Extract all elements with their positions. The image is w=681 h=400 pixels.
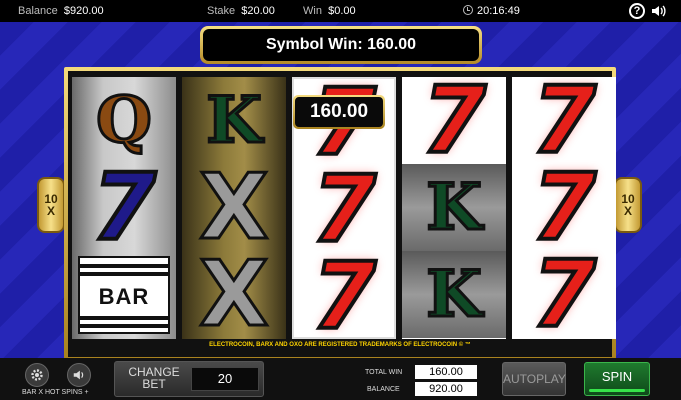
reel-symbol-q: Q (95, 82, 154, 158)
balance-value: 920.00 (415, 382, 477, 396)
reel-symbol-red-seven: 7 (530, 240, 598, 339)
multiplier-x: X (46, 204, 55, 218)
total-win-label: TOTAL WIN (365, 369, 403, 376)
autoplay-button[interactable]: AUTOPLAY (502, 362, 566, 396)
spin-button[interactable]: SPIN (584, 362, 650, 396)
reel-symbol-x: X (198, 241, 270, 340)
bottom-control-bar: BAR X HOT SPINS + CHANGE BET 20 TOTAL WI… (0, 358, 681, 400)
reel-4: 7 K K (402, 77, 506, 339)
trademark-notice: ELECTROCOIN, BARX AND OXO ARE REGISTERED… (209, 342, 471, 348)
multiplier-x: X (623, 204, 632, 218)
stake-readout: Stake $20.00 (207, 0, 275, 22)
win-readout: Win $0.00 (303, 0, 356, 22)
game-title: BAR X HOT SPINS + (22, 389, 89, 396)
balance-value: $920.00 (63, 5, 104, 17)
win-amount-label: 160.00 (293, 95, 385, 129)
total-win-value: 160.00 (415, 365, 477, 379)
reel-symbol-red-seven: 7 (310, 242, 378, 339)
balance-label: BALANCE (367, 386, 400, 393)
bar-symbol-text: BAR (98, 283, 150, 309)
symbol-win-banner: Symbol Win: 160.00 (200, 26, 482, 64)
clock-readout: 20:16:49 (463, 0, 520, 22)
reel-symbol-k: K (205, 82, 264, 158)
settings-gear-icon[interactable] (25, 363, 49, 387)
clock-icon (463, 5, 473, 15)
balance-label: Balance (18, 5, 58, 17)
top-status-bar: Balance $920.00 Stake $20.00 Win $0.00 2… (0, 0, 681, 22)
reel-symbol-k: K (402, 251, 506, 338)
reel-symbol-red-seven: 7 (530, 77, 598, 174)
reel-symbol-red-seven: 7 (310, 155, 378, 263)
change-bet-control[interactable]: CHANGE BET 20 (114, 361, 264, 397)
volume-icon[interactable] (67, 363, 91, 387)
reel-symbol-k: K (402, 164, 506, 251)
playfield: Symbol Win: 160.00 10 X 10 X Q 7 BAR K X… (0, 22, 681, 361)
multiplier-badge-right: 10 X (614, 177, 642, 233)
reel-symbol-x: X (198, 154, 270, 260)
balance-readout: Balance $920.00 (18, 0, 104, 22)
reel-2: K X X (182, 77, 286, 339)
symbol-win-text: Symbol Win: 160.00 (203, 29, 479, 61)
win-value: $0.00 (328, 5, 356, 17)
help-icon[interactable]: ? (629, 3, 645, 19)
win-label: Win (303, 5, 322, 17)
stake-label: Stake (207, 5, 236, 17)
clock-time: 20:16:49 (477, 5, 520, 17)
reel-1: Q 7 BAR (72, 77, 176, 339)
reel-symbol-red-seven: 7 (530, 153, 598, 261)
change-bet-label: CHANGE BET (128, 365, 180, 391)
win-amount-text: 160.00 (295, 97, 383, 127)
speaker-icon[interactable] (650, 3, 666, 19)
stake-value: $20.00 (241, 5, 275, 17)
reel-symbol-blue-seven: 7 (90, 153, 158, 261)
multiplier-badge-left: 10 X (37, 177, 65, 233)
reel-5: 7 7 7 (512, 77, 616, 339)
bet-value: 20 (191, 367, 259, 391)
reel-symbol-bar: BAR (72, 251, 176, 338)
reel-symbol-red-seven: 7 (420, 77, 488, 174)
